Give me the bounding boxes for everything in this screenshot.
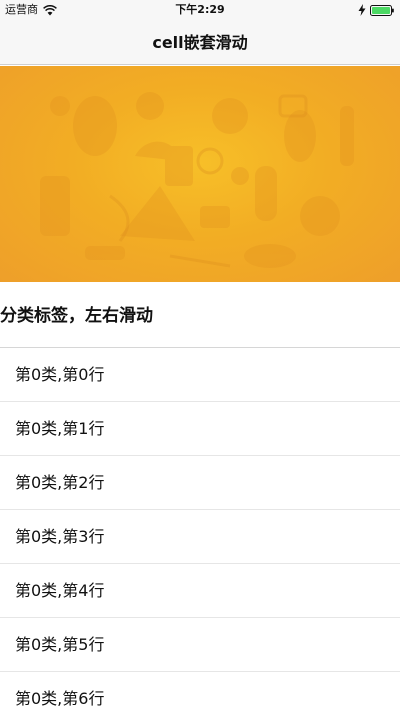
- status-time: 下午2:29: [175, 3, 225, 16]
- battery-icon: [370, 4, 394, 16]
- list-item-label: 第0类,第0行: [15, 365, 105, 384]
- list-item-label: 第0类,第6行: [15, 689, 105, 708]
- list-item-label: 第0类,第3行: [15, 527, 105, 546]
- list: 第0类,第0行 第0类,第1行 第0类,第2行 第0类,第3行 第0类,第4行 …: [0, 348, 400, 717]
- navigation-bar: cell嵌套滑动: [0, 20, 400, 65]
- nav-title: cell嵌套滑动: [152, 33, 248, 52]
- list-item[interactable]: 第0类,第4行: [0, 564, 400, 618]
- list-item[interactable]: 第0类,第1行: [0, 402, 400, 456]
- status-right: [358, 0, 394, 20]
- charging-bolt-icon: [358, 4, 366, 16]
- banner-image[interactable]: [0, 66, 400, 282]
- list-item-label: 第0类,第2行: [15, 473, 105, 492]
- banner-pattern-art: [40, 92, 354, 268]
- category-label: 分类标签，左右滑动: [0, 306, 153, 326]
- list-item[interactable]: 第0类,第2行: [0, 456, 400, 510]
- list-item[interactable]: 第0类,第6行: [0, 672, 400, 717]
- status-bar: 运营商 下午2:29: [0, 0, 400, 20]
- list-item[interactable]: 第0类,第5行: [0, 618, 400, 672]
- category-header[interactable]: 分类标签，左右滑动: [0, 282, 400, 348]
- list-item-label: 第0类,第4行: [15, 581, 105, 600]
- list-item-label: 第0类,第1行: [15, 419, 105, 438]
- list-item[interactable]: 第0类,第0行: [0, 348, 400, 402]
- list-item[interactable]: 第0类,第3行: [0, 510, 400, 564]
- app-screen: 运营商 下午2:29 cell嵌套滑动 分类标签，左右滑动 第0类,第0行 第0…: [0, 0, 400, 717]
- list-item-label: 第0类,第5行: [15, 635, 105, 654]
